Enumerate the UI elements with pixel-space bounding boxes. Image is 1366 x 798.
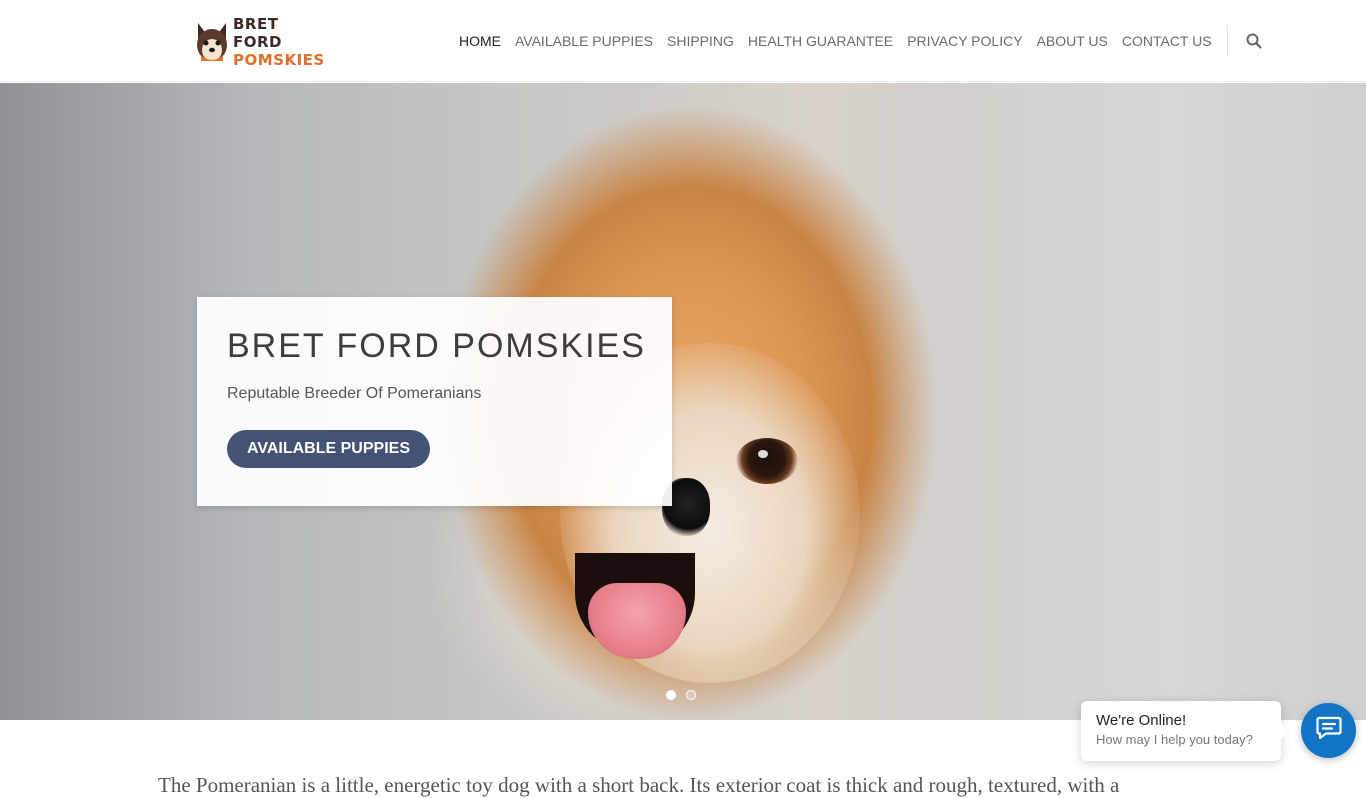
dog-eye-image [736,438,798,484]
nav-home[interactable]: HOME [452,33,508,49]
hero-background-glow [880,83,1366,720]
slider-dot-1[interactable] [666,690,676,700]
hero-subtitle: Reputable Breeder Of Pomeranians [227,385,482,402]
chat-title: We're Online! [1096,712,1187,729]
slider-dots [666,690,696,700]
nav-shipping[interactable]: SHIPPING [660,33,741,49]
chat-subtitle: How may I help you today? [1096,732,1253,747]
nav-available-puppies[interactable]: AVAILABLE PUPPIES [508,33,660,49]
hero-caption-box: BRET FORD POMSKIES Reputable Breeder Of … [197,297,672,506]
hero-slider: BRET FORD POMSKIES Reputable Breeder Of … [0,83,1366,720]
search-icon[interactable] [1240,27,1268,55]
site-header: BRET FORD POMSKIES HOME AVAILABLE PUPPIE… [0,0,1366,82]
nav-contact-us[interactable]: CONTACT US [1115,33,1219,49]
chat-greeting-bubble[interactable]: We're Online! How may I help you today? [1081,701,1289,761]
available-puppies-button[interactable]: AVAILABLE PUPPIES [227,430,430,468]
site-logo[interactable]: BRET FORD POMSKIES [195,15,325,69]
logo-text-line1: BRET FORD [233,15,282,51]
slider-dot-2[interactable] [686,690,696,700]
nav-privacy-policy[interactable]: PRIVACY POLICY [900,33,1029,49]
nav-about-us[interactable]: ABOUT US [1030,33,1115,49]
chat-icon [1315,716,1342,745]
main-nav: HOME AVAILABLE PUPPIES SHIPPING HEALTH G… [452,0,1268,82]
hero-title: BRET FORD POMSKIES [227,327,646,365]
nav-health-guarantee[interactable]: HEALTH GUARANTEE [741,33,900,49]
logo-text-line2: POMSKIES [233,51,325,69]
chat-launcher-button[interactable] [1301,703,1356,758]
dog-logo-icon [195,21,229,63]
intro-paragraph: The Pomeranian is a little, energetic to… [158,773,1120,797]
nav-divider [1226,25,1228,57]
